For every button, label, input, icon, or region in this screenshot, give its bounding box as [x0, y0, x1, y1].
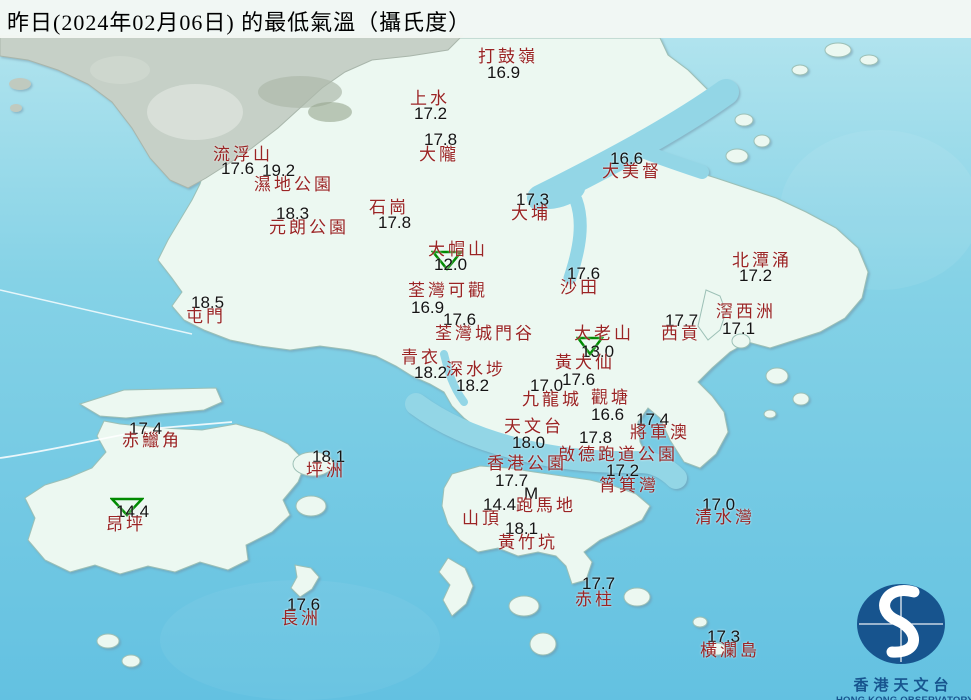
station-name: 大埔 — [511, 204, 551, 223]
hko-logo: 香港天文台 HONG KONG OBSERVATORY — [836, 558, 971, 700]
station-name: 北潭涌 — [732, 251, 792, 270]
station-value: 17.1 — [722, 319, 756, 338]
station-name: 打鼓嶺 — [478, 47, 538, 66]
station-name: 大帽山 — [428, 240, 488, 259]
station-value: 18.0 — [512, 433, 546, 452]
station-value: 17.8 — [579, 428, 613, 447]
page-title: 昨日(2024年02月06日) 的最低氣溫（攝氏度） — [7, 10, 472, 35]
station-name: 大老山 — [574, 324, 634, 343]
station-name: 滘西洲 — [716, 302, 776, 321]
station-name: 筲箕灣 — [599, 476, 659, 495]
station-value: 17.6 — [562, 370, 596, 389]
logo-english-name: HONG KONG OBSERVATORY — [836, 695, 971, 700]
station-name: 黃大仙 — [555, 353, 615, 372]
station-name: 赤鱲角 — [122, 431, 182, 450]
station-name: 青衣 — [401, 348, 441, 367]
station-name: 山頂 — [462, 509, 502, 528]
station-name: 深水埗 — [446, 360, 506, 379]
station-name: 屯門 — [186, 307, 226, 326]
station-name: 觀塘 — [591, 388, 631, 407]
station-layer: 16.9 打鼓嶺 17.2 上水 17.8 大隴 16.6 大美督 17.6 流浮山 19.2 濕地公… — [0, 0, 971, 700]
logo-chinese-name: 香港天文台 — [853, 678, 954, 694]
station-name: 黃竹坑 — [498, 533, 558, 552]
station-name: 上水 — [410, 89, 450, 108]
station-name: 香港公園 — [487, 454, 567, 473]
station-name: 荃灣可觀 — [408, 281, 488, 300]
station-value: 16.9 — [487, 63, 521, 82]
station-name: 清水灣 — [695, 508, 755, 527]
station-name: 大美督 — [602, 162, 662, 181]
station-name: 九龍城 — [522, 390, 582, 409]
station-name: 元朗公園 — [269, 218, 349, 237]
station-name: 昂坪 — [106, 515, 146, 534]
station-name: 荃灣城門谷 — [435, 324, 535, 343]
station-name: 大隴 — [419, 145, 459, 164]
station-name: 長洲 — [281, 609, 321, 628]
title-bar: 昨日(2024年02月06日) 的最低氣溫（攝氏度） — [0, 0, 971, 38]
station-name: 跑馬地 — [516, 496, 576, 515]
station-value: 16.6 — [591, 405, 625, 424]
station-name: 沙田 — [560, 278, 600, 297]
station-name: 濕地公園 — [254, 175, 334, 194]
station-name: 橫瀾島 — [700, 641, 760, 660]
station-name: 將軍澳 — [630, 423, 690, 442]
station-name: 石崗 — [369, 198, 409, 217]
station-name: 西貢 — [661, 324, 701, 343]
station-value: 18.2 — [456, 376, 490, 395]
station-value: 16.9 — [411, 298, 445, 317]
station-name: 赤柱 — [575, 590, 615, 609]
hko-min-temperature-map: 16.9 打鼓嶺 17.2 上水 17.8 大隴 16.6 大美督 17.6 流浮山 19.2 濕地公… — [0, 0, 971, 700]
station-name: 天文台 — [504, 417, 564, 436]
station-name: 坪洲 — [306, 461, 346, 480]
hko-logo-icon — [857, 584, 945, 664]
